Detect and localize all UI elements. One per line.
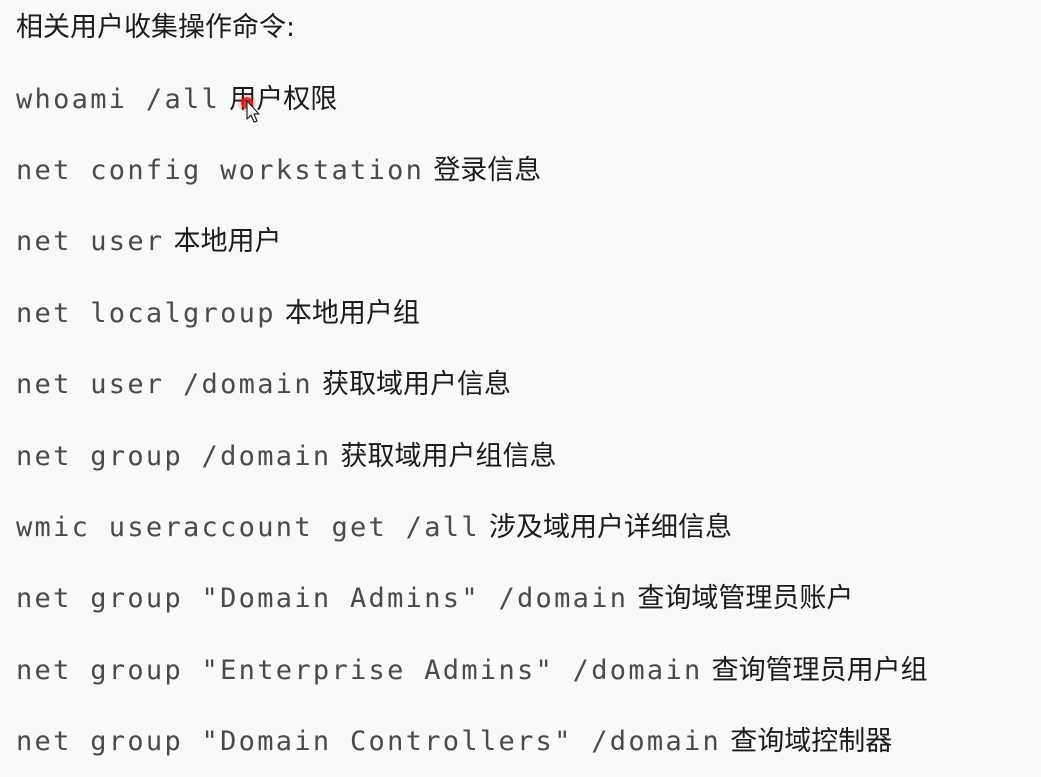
command-text: whoami /all <box>16 84 221 115</box>
section-heading: 相关用户收集操作命令: <box>16 12 296 43</box>
command-description: 本地用户组 <box>284 298 420 329</box>
command-text: net group "Enterprise Admins" /domain <box>16 655 703 686</box>
command-description: 查询域管理员账户 <box>637 583 854 614</box>
command-description: 获取域用户组信息 <box>340 441 557 472</box>
command-description: 本地用户 <box>173 226 282 257</box>
command-line-domain-controllers: net group "Domain Controllers" /domain 查… <box>16 722 892 762</box>
command-line-config-workstation: net config workstation 登录信息 <box>16 151 541 191</box>
command-line-user-domain: net user /domain 获取域用户信息 <box>16 365 511 405</box>
command-description: 获取域用户信息 <box>321 369 511 400</box>
command-text: net group "Domain Admins" /domain <box>16 583 629 614</box>
command-text: net localgroup <box>16 298 276 329</box>
mouse-pointer-icon <box>238 94 260 123</box>
command-description: 涉及域用户详细信息 <box>488 512 732 543</box>
command-line-localgroup: net localgroup 本地用户组 <box>16 294 420 334</box>
command-line-domain-admins: net group "Domain Admins" /domain 查询域管理员… <box>16 579 853 619</box>
command-text: net group "Domain Controllers" /domain <box>16 726 722 757</box>
command-line-group-domain: net group /domain 获取域用户组信息 <box>16 437 557 477</box>
command-text: net user /domain <box>16 369 313 400</box>
command-description: 查询管理员用户组 <box>711 655 928 686</box>
command-text: net config workstation <box>16 155 425 186</box>
command-line-whoami: whoami /all 用户权限 <box>16 80 337 120</box>
command-text: wmic useraccount get /all <box>16 512 480 543</box>
command-text: net group /domain <box>16 441 332 472</box>
command-line-enterprise-admins: net group "Enterprise Admins" /domain 查询… <box>16 651 928 691</box>
command-line-net-user: net user 本地用户 <box>16 222 282 262</box>
command-description: 查询域控制器 <box>730 726 893 757</box>
command-description: 登录信息 <box>433 155 542 186</box>
command-line-wmic-useraccount: wmic useraccount get /all 涉及域用户详细信息 <box>16 508 732 548</box>
command-text: net user <box>16 226 165 257</box>
